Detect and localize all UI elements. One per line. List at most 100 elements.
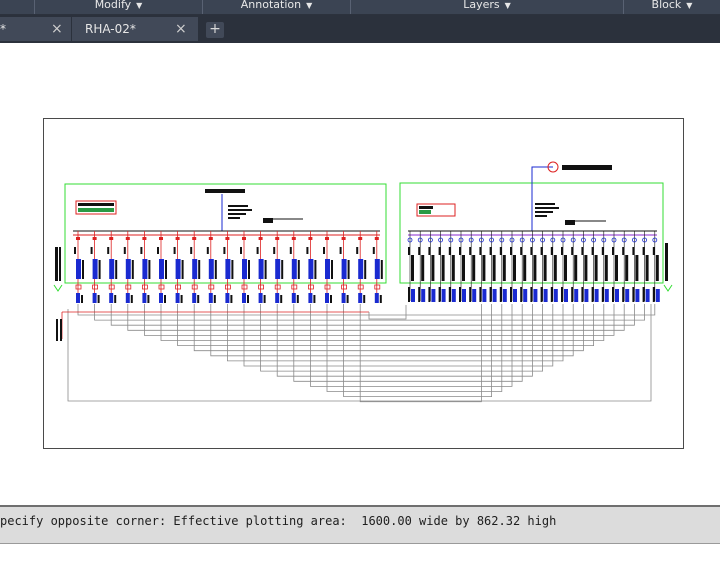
outgoing-block [97, 295, 100, 303]
breaker-symbol [76, 237, 80, 240]
outgoing-block [142, 293, 147, 303]
ribbon-panel-modify[interactable]: Modify ▼ [34, 0, 202, 14]
terminal-box [208, 284, 215, 290]
outgoing-block [109, 293, 114, 303]
feeder-body [231, 260, 234, 279]
spec-text-bar [535, 203, 555, 205]
outgoing-block [492, 289, 497, 302]
outgoing-block [632, 287, 635, 302]
feeder-body [308, 259, 314, 279]
outgoing-block [553, 289, 558, 302]
outgoing-block [543, 289, 548, 302]
feeder-body [462, 255, 465, 281]
outgoing-block [81, 295, 83, 303]
close-icon[interactable]: × [175, 17, 187, 41]
feeder-tick [273, 247, 276, 254]
caret-down-icon: ▼ [306, 1, 313, 10]
outgoing-block [510, 287, 512, 302]
interconnect-wire [293, 304, 523, 382]
document-tab-1[interactable]: * × [0, 17, 72, 41]
feeder-tick [372, 247, 375, 254]
outgoing-block [472, 289, 477, 302]
outgoing-block [421, 289, 426, 302]
feeder-body [92, 259, 98, 279]
outgoing-block [540, 287, 543, 302]
terminal-box [274, 284, 281, 290]
feeder-body [553, 255, 557, 281]
ribbon-panel-layers[interactable]: Layers ▼ [350, 0, 623, 14]
feeder-body [655, 255, 659, 281]
outgoing-block [197, 295, 200, 303]
feeder-body [564, 255, 567, 281]
ribbon-panel-label: Block [651, 0, 682, 11]
spec-text-bar [228, 209, 252, 211]
tab-label: RHA-02* [85, 22, 136, 36]
outgoing-block [192, 293, 197, 303]
feeder-body [341, 259, 347, 279]
command-line[interactable]: pecify opposite corner: Effective plotti… [0, 505, 720, 544]
spec-text-bar [535, 207, 559, 209]
schematic-drawing [53, 161, 673, 403]
outgoing-block [482, 289, 487, 302]
feeder-tick [157, 247, 159, 254]
outgoing-block [601, 287, 604, 302]
outgoing-block [313, 295, 316, 303]
feeder-body [131, 260, 134, 279]
feeder-body [142, 259, 148, 279]
terminal-box [92, 284, 98, 290]
outgoing-block [346, 295, 349, 303]
feeder-tick [223, 247, 226, 254]
breaker-symbol [192, 237, 197, 240]
outgoing-block [530, 287, 533, 302]
new-tab-plus-icon[interactable]: + [206, 22, 224, 38]
interconnect-wire [368, 305, 407, 320]
feeder-body [175, 259, 181, 279]
label-block [263, 218, 273, 223]
breaker-symbol [175, 237, 180, 240]
feeder-body [82, 260, 84, 279]
outgoing-block [291, 293, 296, 303]
feeder-tick [581, 247, 584, 255]
feeder-body [380, 260, 383, 279]
drawing-canvas[interactable] [0, 43, 720, 505]
feeder-tick [240, 247, 242, 254]
feeder-tick [140, 247, 143, 254]
title-block [562, 165, 612, 170]
outgoing-block [341, 293, 346, 303]
feeder-tick [601, 247, 604, 255]
outgoing-block [652, 287, 655, 302]
terminal-box [307, 284, 314, 290]
terminal-box [142, 284, 148, 290]
breaker-symbol [275, 237, 280, 240]
outgoing-block [438, 287, 441, 302]
feeder-body [198, 260, 201, 279]
breaker-symbol [225, 237, 230, 240]
outgoing-block [230, 295, 233, 303]
feeder-body [148, 260, 151, 279]
feeder-body [76, 259, 81, 279]
title-block [205, 189, 245, 193]
breaker-symbol [374, 237, 379, 240]
close-icon[interactable]: × [51, 17, 63, 41]
wiring-group [61, 304, 656, 403]
breaker-symbol [258, 237, 263, 240]
spec-text-bar [228, 217, 240, 219]
outgoing-block [363, 295, 366, 303]
terminal-box [108, 284, 115, 290]
ribbon-panel-annotation[interactable]: Annotation ▼ [202, 0, 350, 14]
feeder-tick [520, 247, 523, 255]
ribbon-panel-label: Layers [463, 0, 500, 11]
feeder-tick [306, 247, 309, 254]
terminal-box [357, 284, 364, 290]
legend-box [75, 200, 117, 215]
plot-paper-area [43, 118, 684, 449]
ribbon-panel-block[interactable]: Block ▼ [623, 0, 720, 14]
side-bar [59, 247, 61, 281]
document-tab-2[interactable]: RHA-02* × [72, 17, 199, 41]
breaker-symbol [358, 237, 363, 240]
outgoing-block [625, 289, 630, 302]
side-bar [55, 247, 58, 281]
feeder-body [165, 260, 167, 279]
outgoing-block [296, 295, 299, 303]
feeder-tick [530, 247, 533, 255]
